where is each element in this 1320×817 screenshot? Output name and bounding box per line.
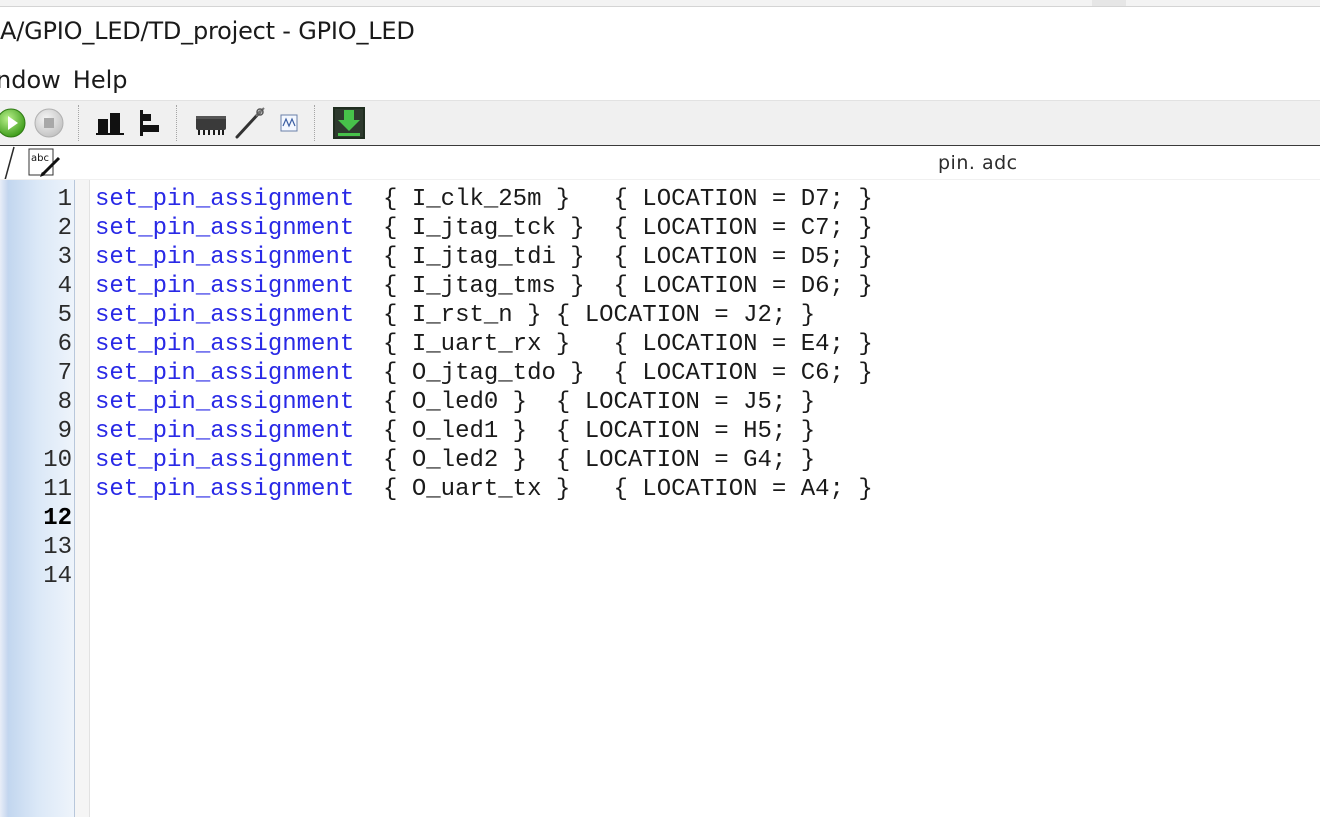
code-args: { O_led0 } { LOCATION = J5; } — [354, 389, 816, 416]
tab-file[interactable]: abc — [28, 148, 62, 178]
code-keyword: set_pin_assignment — [95, 302, 355, 329]
menu-item-help[interactable]: Help — [73, 66, 128, 98]
line-number: 9 — [57, 418, 72, 445]
align-button[interactable] — [134, 105, 166, 141]
line-number: 6 — [57, 331, 72, 358]
code-text: set_pin_assignment { O_led1 } { LOCATION… — [95, 417, 815, 446]
download-icon — [333, 107, 365, 139]
code-keyword: set_pin_assignment — [95, 389, 355, 416]
line-number: 7 — [57, 360, 72, 387]
code-line[interactable]: 13 — [0, 533, 1320, 562]
tab-icon-label: abc — [31, 153, 49, 164]
line-number: 14 — [43, 563, 72, 590]
code-line[interactable]: 8 set_pin_assignment { O_led0 } { LOCATIO… — [0, 388, 1320, 417]
run-icon — [0, 108, 26, 138]
code-text: set_pin_assignment { I_jtag_tck } { LOCA… — [95, 214, 873, 243]
chip-icon — [196, 116, 226, 135]
line-number: 4 — [57, 273, 72, 300]
toolbar — [0, 100, 1320, 146]
line-number: 1 — [57, 186, 72, 213]
line-number: 13 — [43, 534, 72, 561]
window-top-strip — [0, 0, 1320, 7]
code-line[interactable]: 10 set_pin_assignment { O_led2 } { LOCATI… — [0, 446, 1320, 475]
code-line[interactable]: 9 set_pin_assignment { O_led1 } { LOCATIO… — [0, 417, 1320, 446]
tab-title[interactable]: pin. adc — [938, 152, 1018, 174]
code-keyword: set_pin_assignment — [95, 215, 355, 242]
code-args: { O_led1 } { LOCATION = H5; } — [354, 418, 816, 445]
stop-button[interactable] — [32, 105, 66, 141]
download-button[interactable] — [330, 105, 368, 141]
probe-button[interactable] — [232, 105, 268, 141]
line-number: 12 — [43, 505, 72, 532]
edit-text-icon: abc — [28, 148, 61, 177]
code-line[interactable]: 7 set_pin_assignment { O_jtag_tdo } { LOC… — [0, 359, 1320, 388]
code-text: set_pin_assignment { I_rst_n } { LOCATIO… — [95, 301, 815, 330]
line-number: 5 — [57, 302, 72, 329]
code-editor[interactable]: 1 set_pin_assignment { I_clk_25m } { LOCA… — [0, 179, 1320, 817]
code-line[interactable]: 1 set_pin_assignment { I_clk_25m } { LOCA… — [0, 185, 1320, 214]
code-lines: 1 set_pin_assignment { I_clk_25m } { LOCA… — [0, 185, 1320, 591]
code-keyword: set_pin_assignment — [95, 360, 355, 387]
code-keyword: set_pin_assignment — [95, 476, 355, 503]
code-text: set_pin_assignment { O_jtag_tdo } { LOCA… — [95, 359, 873, 388]
window-top-strip-segment — [1092, 0, 1126, 6]
menu-bar: ndow Help — [0, 66, 143, 98]
line-number: 2 — [57, 215, 72, 242]
code-line[interactable]: 12 — [0, 504, 1320, 533]
run-button[interactable] — [0, 105, 28, 141]
code-text: set_pin_assignment { I_jtag_tdi } { LOCA… — [95, 243, 873, 272]
line-number: 3 — [57, 244, 72, 271]
device-button[interactable] — [192, 105, 230, 141]
code-text: set_pin_assignment { O_led0 } { LOCATION… — [95, 388, 815, 417]
code-args: { I_jtag_tms } { LOCATION = D6; } — [354, 273, 873, 300]
code-keyword: set_pin_assignment — [95, 244, 355, 271]
waveform-icon — [280, 114, 298, 132]
code-keyword: set_pin_assignment — [95, 186, 355, 213]
code-line[interactable]: 11 set_pin_assignment { O_uart_tx } { LOC… — [0, 475, 1320, 504]
code-args: { I_jtag_tck } { LOCATION = C7; } — [354, 215, 873, 242]
code-args: { I_jtag_tdi } { LOCATION = D5; } — [354, 244, 873, 271]
menu-item-window[interactable]: ndow — [0, 66, 61, 98]
resource-view-button[interactable] — [92, 105, 128, 141]
code-keyword: set_pin_assignment — [95, 418, 355, 445]
code-line[interactable]: 2 set_pin_assignment { I_jtag_tck } { LOC… — [0, 214, 1320, 243]
code-text: set_pin_assignment { I_jtag_tms } { LOCA… — [95, 272, 873, 301]
code-line[interactable]: 6 set_pin_assignment { I_uart_rx } { LOCA… — [0, 330, 1320, 359]
code-keyword: set_pin_assignment — [95, 273, 355, 300]
line-number: 11 — [43, 476, 72, 503]
code-args: { O_jtag_tdo } { LOCATION = C6; } — [354, 360, 873, 387]
code-args: { O_led2 } { LOCATION = G4; } — [354, 447, 816, 474]
code-line[interactable]: 14 — [0, 562, 1320, 591]
code-text: set_pin_assignment { I_clk_25m } { LOCAT… — [95, 185, 873, 214]
line-number: 8 — [57, 389, 72, 416]
tab-edge — [4, 146, 15, 180]
window-title: A/GPIO_LED/TD_project - GPIO_LED — [0, 17, 415, 45]
toolbar-separator — [78, 105, 79, 141]
code-line[interactable]: 4 set_pin_assignment { I_jtag_tms } { LOC… — [0, 272, 1320, 301]
bar-chart-icon — [96, 113, 124, 135]
waveform-button[interactable] — [276, 105, 302, 141]
line-number: 10 — [43, 447, 72, 474]
toolbar-separator — [176, 105, 177, 141]
toolbar-separator — [314, 105, 315, 141]
code-args: { I_rst_n } { LOCATION = J2; } — [354, 302, 816, 329]
probe-icon — [235, 107, 265, 139]
code-text: set_pin_assignment { I_uart_rx } { LOCAT… — [95, 330, 873, 359]
code-keyword: set_pin_assignment — [95, 331, 355, 358]
editor-tab-bar: abc pin. adc — [0, 145, 1320, 180]
code-keyword: set_pin_assignment — [95, 447, 355, 474]
code-args: { I_uart_rx } { LOCATION = E4; } — [354, 331, 873, 358]
code-line[interactable]: 5 set_pin_assignment { I_rst_n } { LOCATI… — [0, 301, 1320, 330]
code-text: set_pin_assignment { O_uart_tx } { LOCAT… — [95, 475, 873, 504]
code-text: set_pin_assignment { O_led2 } { LOCATION… — [95, 446, 815, 475]
code-args: { O_uart_tx } { LOCATION = A4; } — [354, 476, 873, 503]
code-args: { I_clk_25m } { LOCATION = D7; } — [354, 186, 873, 213]
stop-icon — [34, 108, 64, 138]
code-line[interactable]: 3 set_pin_assignment { I_jtag_tdi } { LOC… — [0, 243, 1320, 272]
align-left-icon — [140, 110, 159, 136]
